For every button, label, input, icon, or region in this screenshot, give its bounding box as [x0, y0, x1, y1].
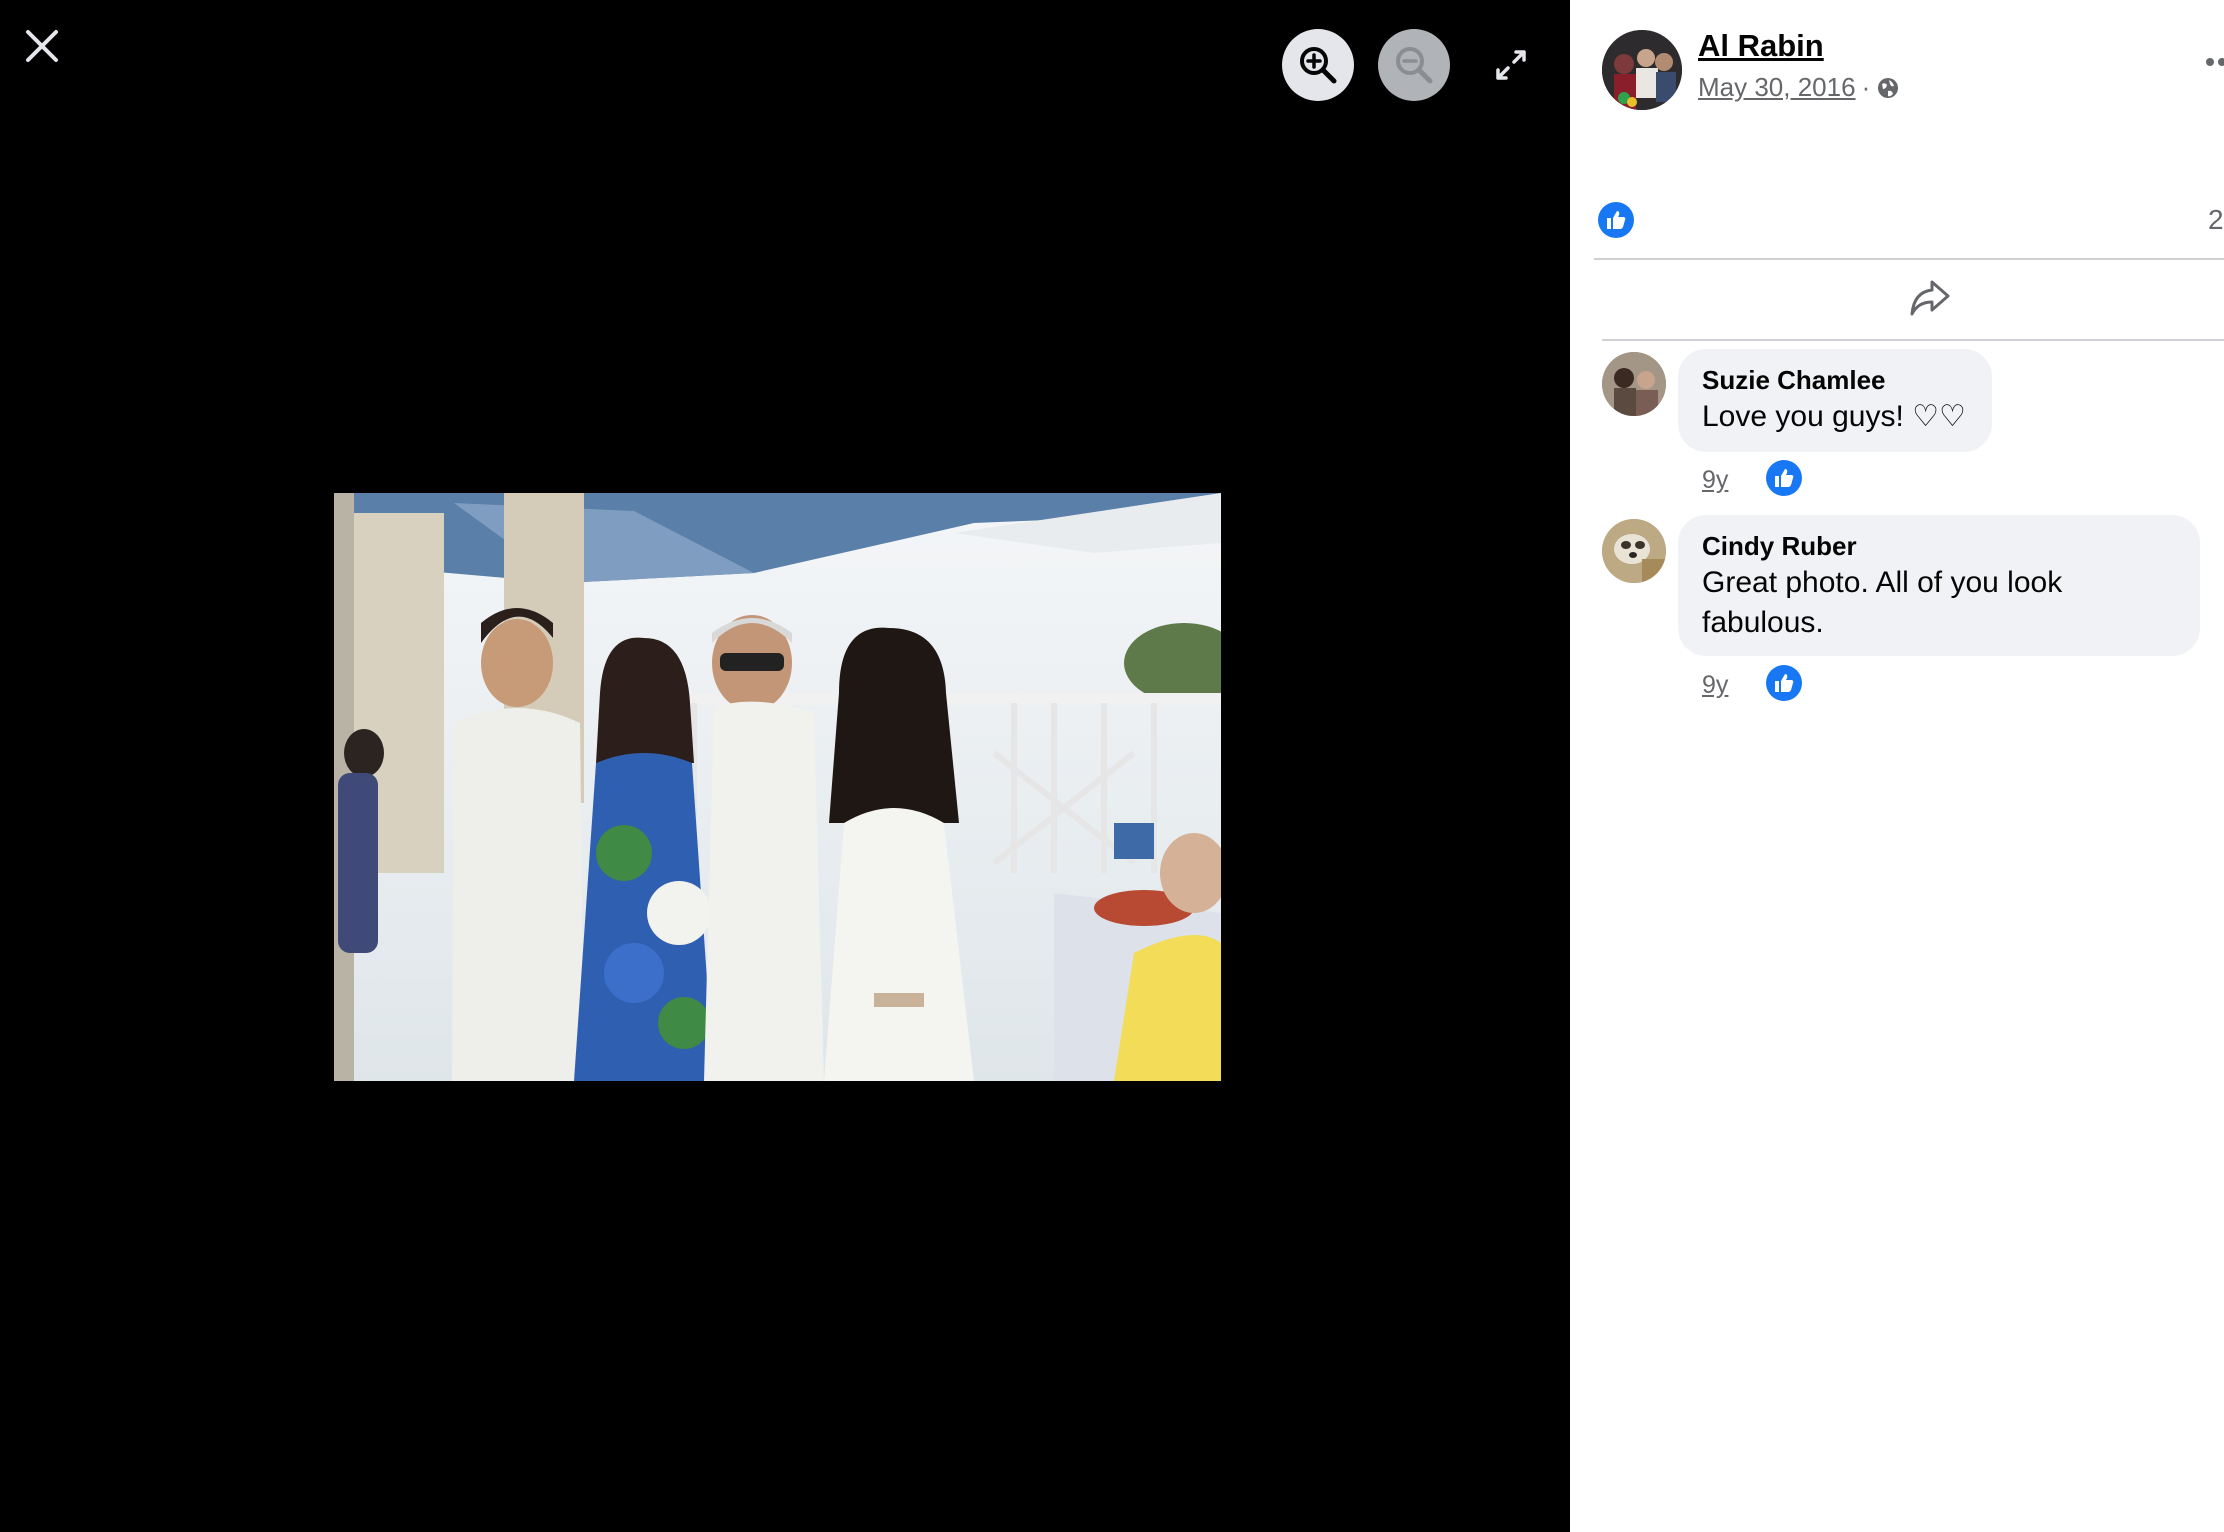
post-date[interactable]: May 30, 2016 — [1698, 72, 1856, 103]
comment-text: Love you guys! ♡♡ — [1702, 400, 1966, 433]
post-meta: May 30, 2016 · — [1698, 72, 1900, 103]
comment-author[interactable]: Suzie Chamlee — [1702, 363, 1968, 397]
photo-viewer — [0, 0, 1570, 1532]
meta-separator: · — [1861, 72, 1871, 102]
post-panel: Al Rabin May 30, 2016 · 2 Suzie Chamlee — [1570, 0, 2224, 1532]
post-photo — [334, 493, 1221, 1081]
more-options-icon[interactable] — [2204, 52, 2224, 72]
globe-icon — [1878, 77, 1899, 98]
zoom-out-icon — [1396, 47, 1433, 84]
avatar-image — [1602, 352, 1666, 416]
zoom-in-button[interactable] — [1282, 29, 1354, 101]
fullscreen-icon[interactable] — [1490, 44, 1532, 86]
zoom-in-icon — [1300, 47, 1337, 84]
comment-bubble: Suzie Chamlee Love you guys! ♡♡ — [1678, 349, 1992, 452]
comment-avatar[interactable] — [1602, 519, 1666, 583]
comment-timestamp[interactable]: 9y — [1702, 466, 1728, 495]
zoom-out-button[interactable] — [1378, 29, 1450, 101]
comment-avatar[interactable] — [1602, 352, 1666, 416]
like-reaction-icon[interactable] — [1766, 460, 1802, 496]
comment-author[interactable]: Cindy Ruber — [1702, 529, 2176, 563]
avatar[interactable] — [1602, 30, 1682, 110]
divider — [1602, 339, 2224, 341]
like-reaction-icon[interactable] — [1766, 665, 1802, 701]
avatar-image — [1602, 519, 1666, 583]
close-icon[interactable] — [18, 22, 66, 70]
avatar-image — [1602, 30, 1682, 110]
divider — [1594, 258, 2224, 260]
comment-text: Great photo. All of you look fabulous. — [1702, 566, 2063, 639]
comment-bubble: Cindy Ruber Great photo. All of you look… — [1678, 515, 2200, 656]
reaction-count[interactable]: 2 — [2208, 204, 2224, 236]
author-name[interactable]: Al Rabin — [1698, 28, 1824, 64]
comment-timestamp[interactable]: 9y — [1702, 671, 1728, 700]
like-reaction-icon[interactable] — [1598, 202, 1634, 238]
share-icon[interactable] — [1906, 276, 1954, 320]
